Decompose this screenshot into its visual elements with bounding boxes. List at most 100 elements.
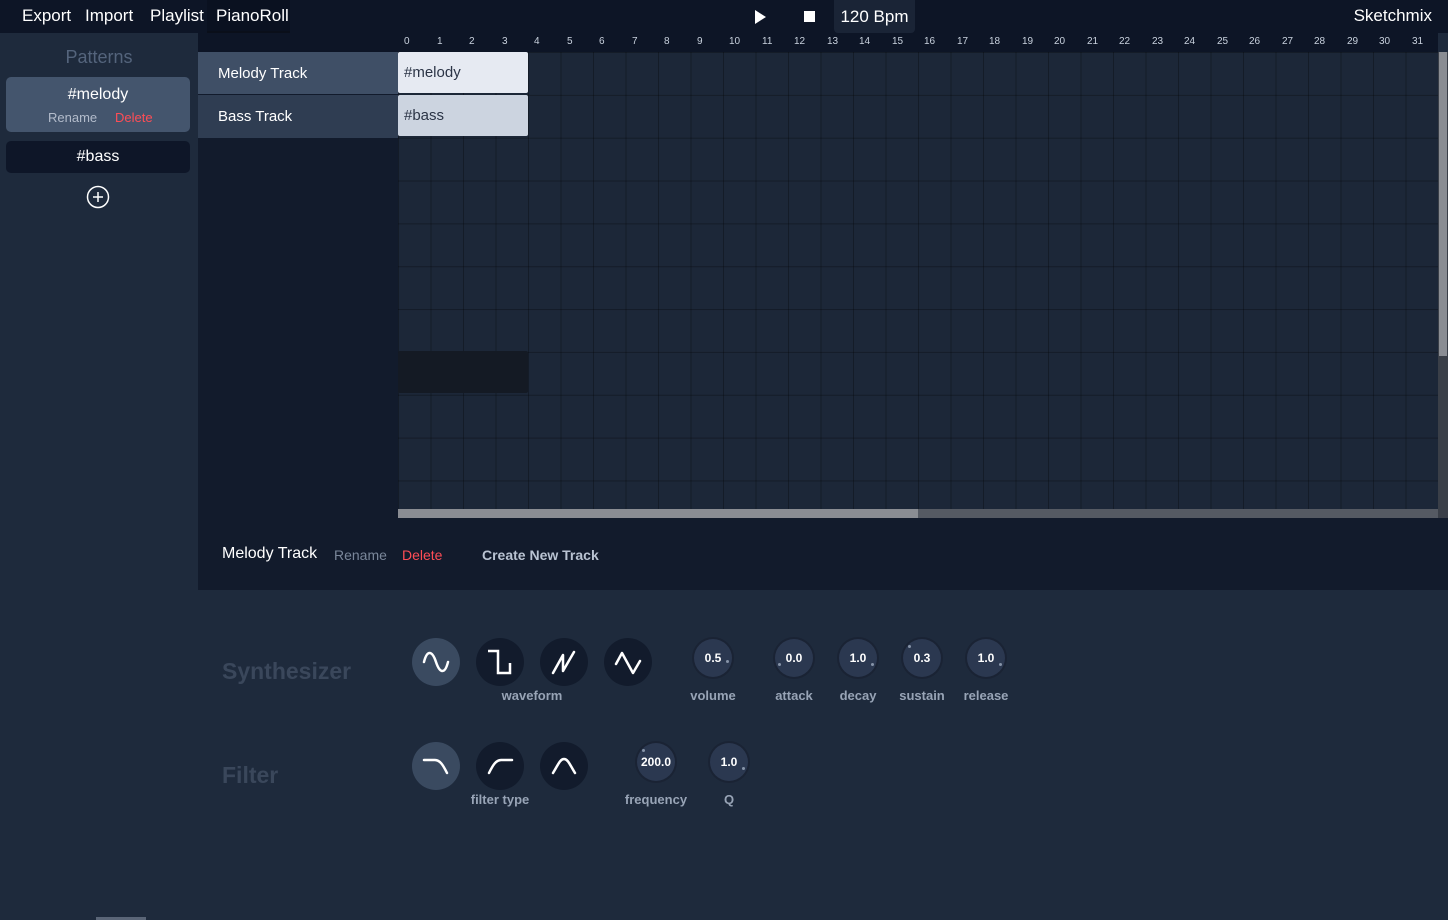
ruler-tick: 13 <box>827 36 839 47</box>
knob-value: 200.0 <box>640 755 672 769</box>
menu-pianoroll[interactable]: PianoRoll <box>216 6 289 26</box>
tracks-panel: Melody Track Bass Track <box>198 33 398 518</box>
track-name: Bass Track <box>218 108 293 125</box>
ruler-tick: 21 <box>1087 36 1099 47</box>
ruler-tick: 19 <box>1022 36 1034 47</box>
pattern-name: #melody <box>67 86 129 103</box>
q-label: Q <box>723 792 735 807</box>
release-knob[interactable]: 1.0 <box>967 639 1005 677</box>
synthesizer-title: Synthesizer <box>222 658 352 684</box>
volume-knob[interactable]: 0.5 <box>694 639 732 677</box>
knob-indicator <box>778 663 781 666</box>
ruler-tick: 20 <box>1054 36 1066 47</box>
ruler-tick: 26 <box>1249 36 1261 47</box>
knob-value: 1.0 <box>977 651 995 665</box>
ruler-tick: 4 <box>534 36 540 47</box>
ruler-tick: 27 <box>1282 36 1294 47</box>
sine-wave-icon[interactable] <box>412 638 460 686</box>
delete-pattern-button[interactable]: Delete <box>115 110 153 125</box>
knob-indicator <box>726 660 729 663</box>
plus-circle-icon[interactable] <box>86 185 110 209</box>
frequency-label: frequency <box>624 792 688 807</box>
delete-track-button[interactable]: Delete <box>402 547 442 563</box>
ruler-tick: 28 <box>1314 36 1326 47</box>
stop-icon[interactable] <box>800 7 820 27</box>
lowpass-icon[interactable] <box>412 742 460 790</box>
clip-placeholder[interactable] <box>398 351 528 393</box>
clip-melody[interactable]: #melody <box>398 52 528 93</box>
attack-knob[interactable]: 0.0 <box>775 639 813 677</box>
ruler-tick: 9 <box>697 36 703 47</box>
rename-track-button[interactable]: Rename <box>334 547 387 563</box>
pattern-name: #bass <box>76 148 120 165</box>
knob-indicator <box>999 663 1002 666</box>
ruler-tick: 16 <box>924 36 936 47</box>
pattern-item-melody[interactable]: #melody Rename Delete <box>6 77 190 132</box>
ruler-tick: 30 <box>1379 36 1391 47</box>
knob-value: 0.5 <box>704 651 722 665</box>
ruler-tick: 24 <box>1184 36 1196 47</box>
menu-playlist[interactable]: Playlist <box>150 6 204 26</box>
sawtooth-wave-icon[interactable] <box>540 638 588 686</box>
knob-indicator <box>908 645 911 648</box>
ruler-tick: 1 <box>437 36 443 47</box>
knob-value: 0.0 <box>785 651 803 665</box>
ruler-tick: 18 <box>989 36 1001 47</box>
frequency-knob[interactable]: 200.0 <box>637 743 675 781</box>
selected-track-name: Melody Track <box>222 545 318 562</box>
decay-label: decay <box>839 688 877 703</box>
ruler-tick: 29 <box>1347 36 1359 47</box>
square-wave-icon[interactable] <box>476 638 524 686</box>
menu-export[interactable]: Export <box>22 6 71 26</box>
filter-type-label: filter type <box>470 792 530 807</box>
ruler-tick: 10 <box>729 36 741 47</box>
knob-indicator <box>742 767 745 770</box>
timeline-ruler[interactable]: 0 1 2 3 4 5 6 7 8 9 10 11 12 13 14 15 16… <box>398 33 1438 52</box>
ruler-tick: 15 <box>892 36 904 47</box>
patterns-sidebar: Patterns #melody Rename Delete #bass <box>0 33 198 920</box>
highpass-icon[interactable] <box>476 742 524 790</box>
pattern-item-bass[interactable]: #bass <box>6 141 190 173</box>
horizontal-scrollbar-thumb[interactable] <box>398 509 918 518</box>
menu-import[interactable]: Import <box>85 6 133 26</box>
knob-value: 1.0 <box>849 651 867 665</box>
track-row-melody[interactable]: Melody Track <box>198 52 398 94</box>
ruler-tick: 14 <box>859 36 871 47</box>
rename-pattern-button[interactable]: Rename <box>48 110 97 125</box>
ruler-tick: 12 <box>794 36 806 47</box>
attack-label: attack <box>775 688 813 703</box>
triangle-wave-icon[interactable] <box>604 638 652 686</box>
filter-title: Filter <box>222 762 279 788</box>
clip-bass[interactable]: #bass <box>398 95 528 136</box>
ruler-spacer <box>198 33 398 52</box>
ruler-tick: 7 <box>632 36 638 47</box>
knob-value: 1.0 <box>720 755 738 769</box>
knob-indicator <box>642 749 645 752</box>
ruler-tick: 23 <box>1152 36 1164 47</box>
knob-value: 0.3 <box>913 651 931 665</box>
ruler-tick: 3 <box>502 36 508 47</box>
ruler-tick: 2 <box>469 36 475 47</box>
decay-knob[interactable]: 1.0 <box>839 639 877 677</box>
ruler-tick: 0 <box>404 36 410 47</box>
play-icon[interactable] <box>750 7 770 27</box>
ruler-tick: 6 <box>599 36 605 47</box>
vertical-scrollbar-thumb[interactable] <box>1439 52 1447 356</box>
q-knob[interactable]: 1.0 <box>710 743 748 781</box>
ruler-tick: 25 <box>1217 36 1229 47</box>
ruler-tick: 17 <box>957 36 969 47</box>
waveform-label: waveform <box>501 688 563 703</box>
sustain-label: sustain <box>899 688 945 703</box>
bpm-display[interactable]: 120 Bpm <box>834 0 915 33</box>
patterns-title: Patterns <box>65 47 133 67</box>
release-label: release <box>963 688 1009 703</box>
playlist-grid[interactable] <box>398 52 1438 509</box>
sustain-knob[interactable]: 0.3 <box>903 639 941 677</box>
create-track-button[interactable]: Create New Track <box>482 547 599 563</box>
knob-indicator <box>871 663 874 666</box>
ruler-tick: 11 <box>762 36 773 47</box>
ruler-tick: 5 <box>567 36 573 47</box>
bandpass-icon[interactable] <box>540 742 588 790</box>
track-name: Melody Track <box>218 64 308 82</box>
track-row-bass[interactable]: Bass Track <box>198 95 398 138</box>
